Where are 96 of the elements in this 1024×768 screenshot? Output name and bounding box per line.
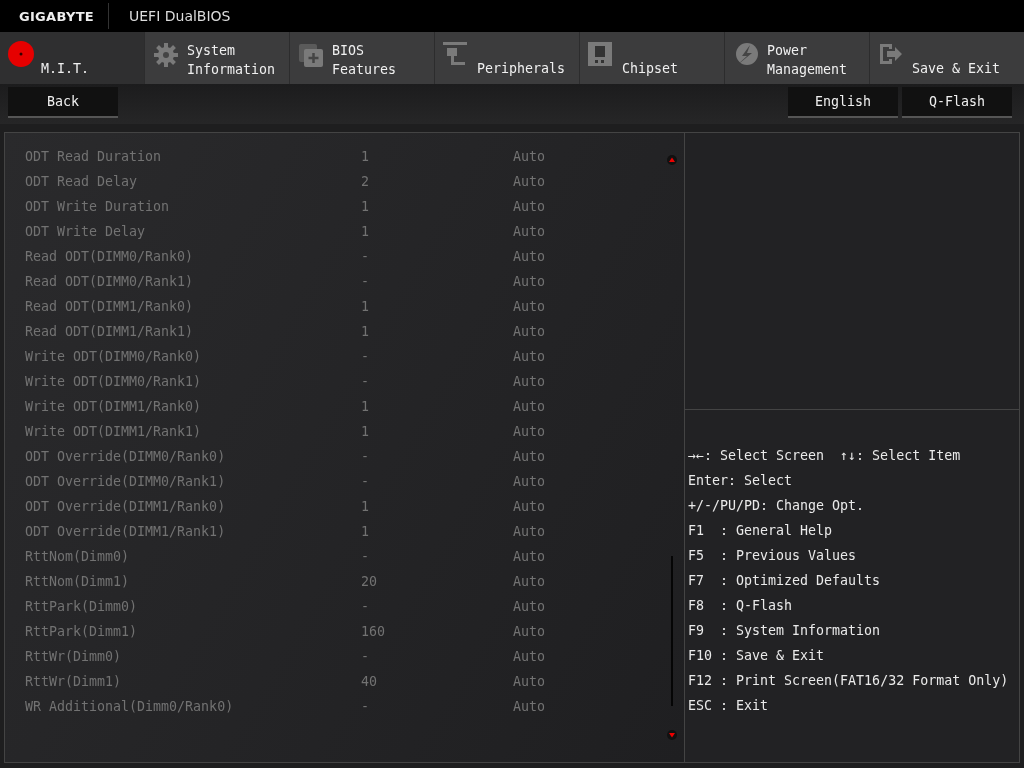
setting-name: Read ODT(DIMM1/Rank1) [25,323,195,341]
setting-value: 1 [361,223,370,241]
setting-option: Auto [513,247,546,272]
help-text: Enter: Select [688,472,793,490]
setting-option: Auto [513,197,546,222]
setting-option: Auto [513,297,546,322]
setting-name: RttPark(Dimm1) [25,623,139,641]
setting-value: 1 [361,323,370,341]
menu-button[interactable]: Q-Flash [902,87,1012,118]
setting-option: Auto [513,547,546,572]
setting-value: 1 [361,148,370,166]
setting-name: ODT Override(DIMM1/Rank0) [25,498,227,516]
setting-option: Auto [513,397,546,422]
help-text: F5 : Previous Values [688,547,857,565]
connector-icon [443,42,469,68]
setting-value: 1 [361,398,370,416]
menu-tab[interactable]: M.I.T. [0,32,145,84]
menu-button[interactable]: Back [8,87,118,118]
setting-value: - [361,273,370,291]
help-text: F12 : Print Screen(FAT16/32 Format Only) [688,672,1009,690]
setting-value: 1 [361,498,370,516]
setting-option: Auto [513,472,546,497]
setting-value: 1 [361,423,370,441]
help-text: F10 : Save & Exit [688,647,825,665]
setting-value: - [361,648,370,666]
scroll-up-arrow-icon[interactable] [667,155,677,165]
help-text: F9 : System Information [688,622,881,640]
setting-name: Write ODT(DIMM1/Rank1) [25,423,203,441]
setting-name: Write ODT(DIMM0/Rank1) [25,373,203,391]
setting-name: ODT Read Delay [25,173,139,191]
setting-option: Auto [513,497,546,522]
chip-plus-icon [298,42,324,68]
help-text: F7 : Optimized Defaults [688,572,881,590]
help-text: ↑↓: Select Item [840,447,961,465]
setting-option: Auto [513,422,546,447]
setting-value: 40 [361,673,378,691]
setting-option: Auto [513,322,546,347]
setting-value: - [361,373,370,391]
help-text: ESC : Exit [688,697,769,715]
setting-name: RttNom(Dimm0) [25,548,131,566]
header-title: UEFI DualBIOS [129,8,231,24]
dial-icon [7,40,35,68]
menu-button[interactable]: English [788,87,898,118]
setting-name: ODT Override(DIMM1/Rank1) [25,523,227,541]
setting-name: RttPark(Dimm0) [25,598,139,616]
setting-option: Auto [513,622,546,647]
setting-option: Auto [513,372,546,397]
setting-value: - [361,348,370,366]
setting-name: RttWr(Dimm0) [25,648,123,666]
setting-option: Auto [513,447,546,472]
setting-option: Auto [513,572,546,597]
help-text: →←: Select Screen [688,447,825,465]
setting-value: 2 [361,173,370,191]
brand-logo: GIGABYTE [19,8,94,24]
setting-option: Auto [513,522,546,547]
setting-name: Write ODT(DIMM1/Rank0) [25,398,203,416]
help-text: +/-/PU/PD: Change Opt. [688,497,865,515]
lightning-icon [733,42,759,68]
setting-name: Write ODT(DIMM0/Rank0) [25,348,203,366]
setting-name: ODT Override(DIMM0/Rank1) [25,473,227,491]
setting-name: ODT Override(DIMM0/Rank0) [25,448,227,466]
setting-value: - [361,448,370,466]
setting-name: WR Additional(Dimm0/Rank0) [25,698,235,716]
setting-value: 1 [361,298,370,316]
setting-name: Read ODT(DIMM1/Rank0) [25,298,195,316]
setting-value: - [361,248,370,266]
setting-name: RttWr(Dimm1) [25,673,123,691]
setting-name: Read ODT(DIMM0/Rank0) [25,248,195,266]
setting-name: RttNom(Dimm1) [25,573,131,591]
setting-name: ODT Write Duration [25,198,171,216]
setting-value: 160 [361,623,387,641]
setting-name: ODT Write Delay [25,223,147,241]
setting-option: Auto [513,272,546,297]
setting-option: Auto [513,147,546,172]
setting-option: Auto [513,347,546,372]
setting-value: 1 [361,198,370,216]
help-text: F1 : General Help [688,522,833,540]
setting-option: Auto [513,172,546,197]
exit-door-icon [878,42,904,66]
setting-value: 20 [361,573,378,591]
gear-icon [153,42,179,68]
setting-name: ODT Read Duration [25,148,163,166]
setting-value: 1 [361,523,370,541]
setting-name: Read ODT(DIMM0/Rank1) [25,273,195,291]
scroll-down-arrow-icon[interactable] [667,730,677,740]
chip-icon [588,42,612,66]
help-text: F8 : Q-Flash [688,597,793,615]
setting-value: - [361,548,370,566]
setting-value: - [361,598,370,616]
setting-option: Auto [513,222,546,247]
setting-value: - [361,473,370,491]
setting-option: Auto [513,697,546,722]
setting-value: - [361,698,370,716]
setting-option: Auto [513,597,546,622]
setting-option: Auto [513,672,546,697]
setting-option: Auto [513,647,546,672]
